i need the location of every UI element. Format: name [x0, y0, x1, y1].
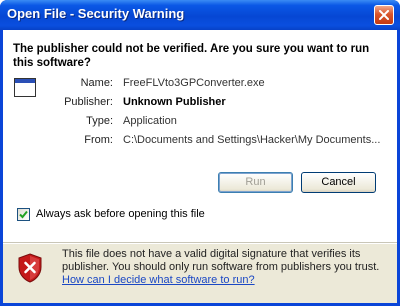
- field-publisher: Publisher: Unknown Publisher: [3, 96, 397, 110]
- security-shield-icon: [18, 253, 42, 283]
- field-name: Name: FreeFLVto3GPConverter.exe: [3, 77, 397, 91]
- from-label: From:: [84, 134, 113, 146]
- divider-highlight: [3, 243, 397, 244]
- headline-text: The publisher could not be verified. Are…: [13, 43, 370, 69]
- type-value: Application: [123, 115, 177, 127]
- title-bar[interactable]: Open File - Security Warning: [0, 0, 400, 30]
- security-warning-dialog: Open File - Security Warning The publish…: [0, 0, 400, 306]
- warning-text: This file does not have a valid digital …: [62, 248, 380, 273]
- details-panel: The publisher could not be verified. Are…: [3, 30, 397, 242]
- always-ask-checkbox[interactable]: [17, 208, 30, 221]
- publisher-label: Publisher:: [64, 96, 113, 108]
- run-button[interactable]: Run: [218, 172, 293, 193]
- help-link[interactable]: How can I decide what software to run?: [62, 274, 255, 287]
- publisher-value: Unknown Publisher: [123, 96, 226, 108]
- cancel-button[interactable]: Cancel: [301, 172, 376, 193]
- name-label: Name:: [80, 77, 113, 89]
- window-title: Open File - Security Warning: [7, 6, 185, 21]
- warning-message: This file does not have a valid digital …: [62, 248, 382, 287]
- field-from: From: C:\Documents and Settings\Hacker\M…: [3, 134, 397, 148]
- from-value: C:\Documents and Settings\Hacker\My Docu…: [123, 134, 381, 146]
- field-type: Type: Application: [3, 115, 397, 129]
- close-icon: [379, 10, 389, 20]
- name-value: FreeFLVto3GPConverter.exe: [123, 77, 265, 89]
- checkmark-icon: [19, 210, 28, 219]
- dialog-body: The publisher could not be verified. Are…: [3, 30, 397, 303]
- always-ask-label: Always ask before opening this file: [36, 208, 205, 220]
- type-label: Type:: [86, 115, 113, 127]
- close-button[interactable]: [374, 5, 394, 25]
